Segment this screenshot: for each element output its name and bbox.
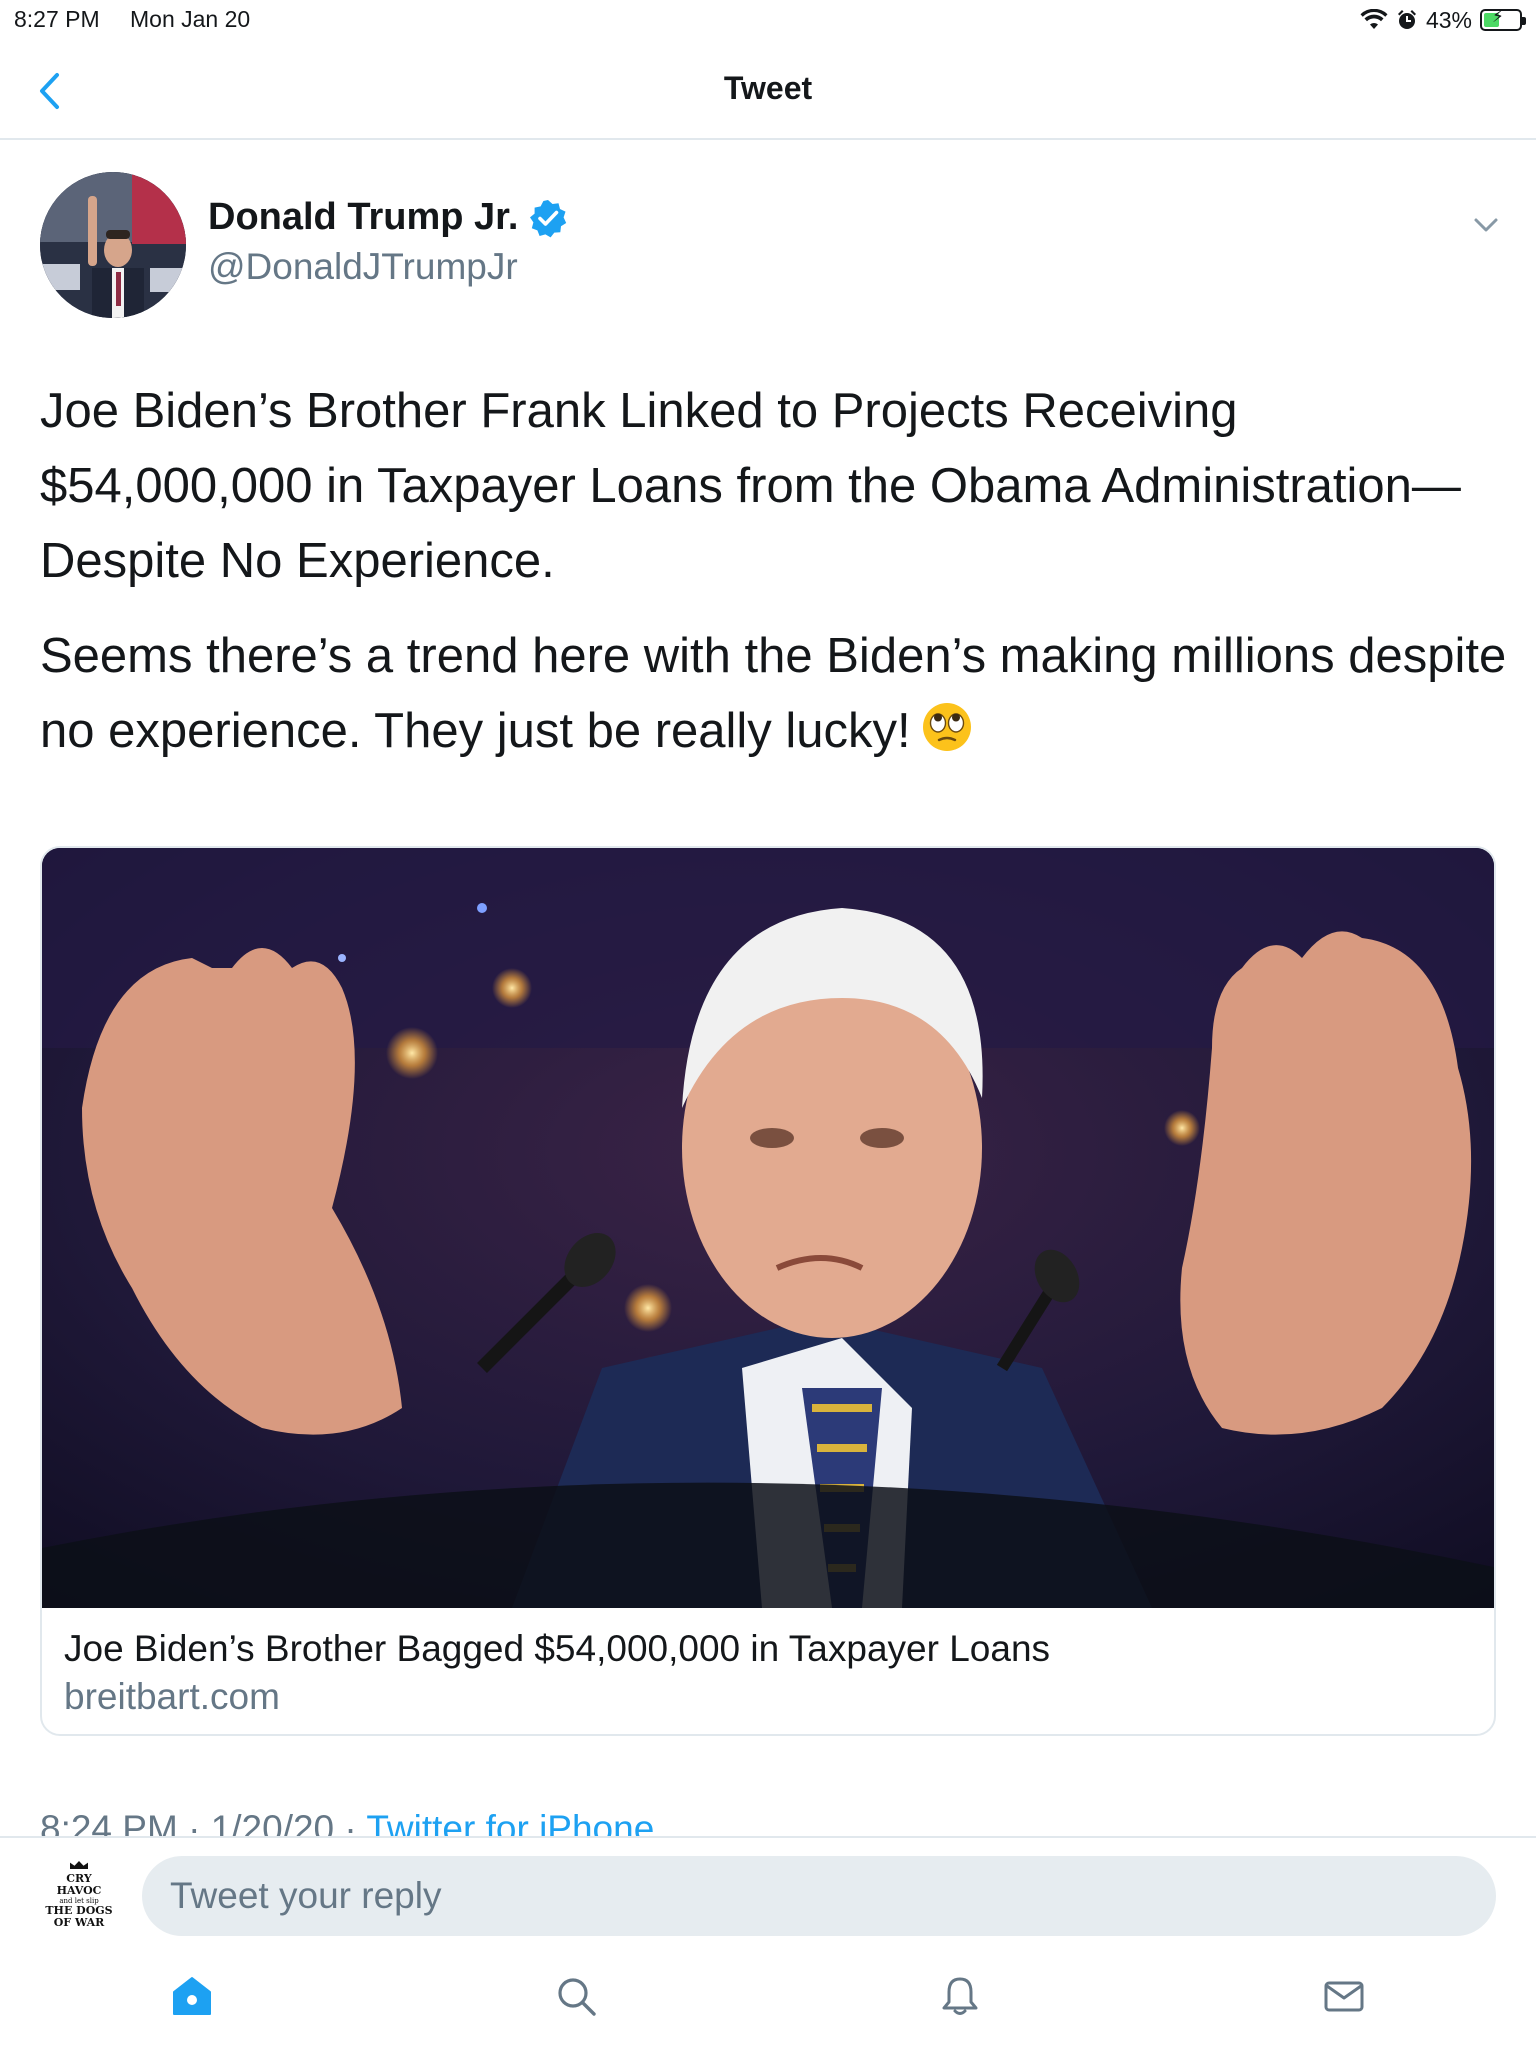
status-time: 8:27 PM xyxy=(14,6,100,32)
tab-bar xyxy=(0,1944,1536,2048)
avatar-text-line: HAVOC xyxy=(56,1884,102,1897)
status-bar: 8:27 PM Mon Jan 20 43% ⚡ xyxy=(0,0,1536,40)
battery-percent: 43% xyxy=(1425,6,1472,33)
author-name-row[interactable]: Donald Trump Jr. xyxy=(208,196,568,239)
card-photo xyxy=(42,848,1494,1608)
reply-input[interactable] xyxy=(142,1856,1496,1936)
user-avatar[interactable]: CRY HAVOC and let slip THE DOGS OF WAR xyxy=(36,1852,122,1938)
bell-icon xyxy=(942,1977,978,2015)
nav-bar: Tweet xyxy=(0,40,1536,140)
tweet-paragraph: Seems there’s a trend here with the Bide… xyxy=(40,629,1507,758)
alarm-icon xyxy=(1397,10,1416,29)
battery-charging-icon: ⚡ xyxy=(1480,7,1526,31)
link-preview-card[interactable]: Joe Biden’s Brother Bagged $54,000,000 i… xyxy=(40,846,1496,1736)
tweet-body: Joe Biden’s Brother Frank Linked to Proj… xyxy=(40,374,1510,769)
crown-icon xyxy=(70,1861,88,1869)
chevron-down-icon xyxy=(1474,218,1498,232)
rolling-eyes-emoji-icon xyxy=(922,703,971,751)
author-avatar[interactable] xyxy=(40,172,186,318)
tab-search[interactable] xyxy=(546,1966,606,2026)
avatar-image xyxy=(40,172,186,318)
avatar-text-line: OF WAR xyxy=(53,1916,105,1929)
author-display-name[interactable]: Donald Trump Jr. xyxy=(208,196,518,239)
card-image xyxy=(42,848,1494,1608)
card-domain: breitbart.com xyxy=(64,1676,280,1717)
status-indicators: 43% ⚡ xyxy=(1360,5,1526,35)
tweet-paragraph: Joe Biden’s Brother Frank Linked to Proj… xyxy=(40,384,1461,588)
status-date: Mon Jan 20 xyxy=(130,6,251,32)
page-title: Tweet xyxy=(723,70,813,106)
search-icon xyxy=(558,1978,596,2016)
verified-badge-icon xyxy=(530,199,567,237)
tab-home[interactable] xyxy=(162,1966,222,2026)
author-handle[interactable]: @DonaldJTrumpJr xyxy=(208,246,518,288)
mail-icon xyxy=(1324,1981,1364,2012)
tweet-options-button[interactable] xyxy=(1468,210,1504,240)
home-icon xyxy=(173,1977,211,2015)
tweet-paragraph-with-emoji: Seems there’s a trend here with the Bide… xyxy=(40,619,1510,769)
reply-composer: CRY HAVOC and let slip THE DOGS OF WAR xyxy=(0,1836,1536,1944)
tab-messages[interactable] xyxy=(1314,1966,1374,2026)
charging-bolt-icon: ⚡ xyxy=(1492,7,1504,26)
card-title: Joe Biden’s Brother Bagged $54,000,000 i… xyxy=(64,1628,1051,1669)
wifi-icon xyxy=(1360,9,1388,29)
tab-notifications[interactable] xyxy=(930,1966,990,2026)
